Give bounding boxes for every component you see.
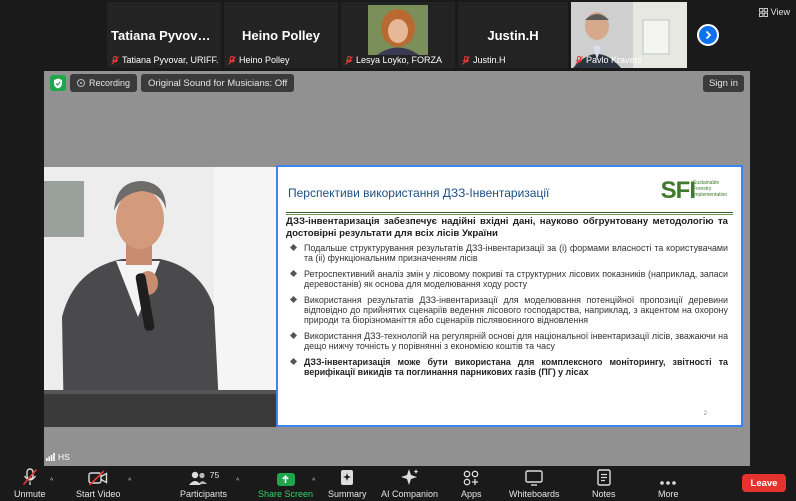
- meeting-toolbar: Unmute ^ Start Video ^ 75 Participants ^…: [0, 466, 796, 501]
- speaker-video-frame: [44, 167, 276, 427]
- participant-name: Justin.H: [487, 28, 539, 43]
- security-shield-icon[interactable]: [50, 75, 66, 91]
- share-options-chevron-icon[interactable]: ^: [312, 478, 315, 485]
- participant-tile-justin[interactable]: Justin.H Justin.H: [458, 2, 568, 68]
- grid-view-icon: [758, 7, 768, 17]
- participant-tile-tatiana[interactable]: Tatiana Pyvovar,... Tatiana Pyvovar, URI…: [107, 2, 221, 68]
- mic-muted-icon: [111, 55, 119, 65]
- apps-button[interactable]: Apps: [461, 468, 482, 499]
- chevron-right-icon: [705, 30, 712, 40]
- signal-strength-icon: [46, 453, 55, 461]
- mic-muted-icon: [345, 55, 353, 65]
- participant-label: Pavlo Kravets: [575, 55, 642, 65]
- participant-name: Tatiana Pyvovar,...: [111, 28, 221, 43]
- slide-divider: [286, 212, 733, 215]
- share-screen-icon: [276, 473, 295, 486]
- slide-bullet: Ретроспективний аналіз змін у лісовому п…: [288, 269, 728, 290]
- diamond-bullet-icon: [289, 269, 298, 277]
- slide-bullet-list: Подальше структурування результатів ДЗЗ-…: [288, 243, 728, 382]
- sparkle-icon: [400, 469, 419, 485]
- gallery-next-page-button[interactable]: [697, 24, 719, 46]
- participant-tile-pavlo[interactable]: Pavlo Kravets: [571, 2, 687, 68]
- mic-muted-icon: [575, 55, 583, 65]
- diamond-bullet-icon: [289, 295, 298, 303]
- meeting-status-bar: Recording Original Sound for Musicians: …: [50, 74, 295, 92]
- mic-muted-icon: [22, 468, 37, 486]
- ai-companion-button[interactable]: AI Companion: [381, 468, 438, 499]
- whiteboards-button[interactable]: Whiteboards: [509, 468, 560, 499]
- whiteboard-icon: [525, 470, 543, 486]
- speaker-name-label: HS: [46, 452, 70, 462]
- sign-in-button[interactable]: Sign in: [702, 75, 744, 92]
- unmute-button[interactable]: Unmute: [14, 468, 46, 499]
- participant-label: Justin.H: [462, 55, 506, 65]
- recording-icon: [77, 79, 85, 87]
- audio-options-chevron-icon[interactable]: ^: [50, 478, 53, 485]
- participants-icon: [188, 471, 207, 485]
- diamond-bullet-icon: [289, 331, 298, 339]
- sfi-logo: SFI: [660, 177, 696, 204]
- leave-button[interactable]: Leave: [742, 474, 786, 492]
- apps-icon: [463, 470, 479, 486]
- share-screen-button[interactable]: Share Screen: [258, 468, 313, 499]
- more-dots-icon: [660, 481, 677, 485]
- participant-name: Heino Polley: [241, 28, 321, 43]
- zoom-meeting-window: Tatiana Pyvovar,... Tatiana Pyvovar, URI…: [0, 0, 796, 501]
- mic-muted-icon: [462, 55, 470, 65]
- slide-page-number: 2: [703, 411, 707, 417]
- slide-lead-text: ДЗЗ-інвентаризація забезпечує надійні вх…: [286, 216, 728, 239]
- participant-label: Lesya Loyko, FORZA: [345, 55, 442, 65]
- video-off-icon: [88, 470, 108, 486]
- participant-gallery: Tatiana Pyvovar,... Tatiana Pyvovar, URI…: [0, 0, 796, 70]
- participants-options-chevron-icon[interactable]: ^: [236, 478, 239, 485]
- summary-icon: [341, 470, 354, 485]
- notes-button[interactable]: Notes: [592, 468, 616, 499]
- diamond-bullet-icon: [289, 243, 298, 252]
- participant-tile-heino[interactable]: Heino Polley Heino Polley: [224, 2, 338, 68]
- mic-muted-icon: [228, 55, 236, 65]
- start-video-button[interactable]: Start Video: [76, 468, 120, 499]
- notes-icon: [597, 469, 611, 486]
- slide-bullet: Подальше структурування результатів ДЗЗ-…: [288, 243, 728, 264]
- participants-count: 75: [209, 470, 220, 480]
- view-button[interactable]: View: [758, 7, 790, 17]
- participant-label: Heino Polley: [228, 55, 290, 65]
- recording-indicator[interactable]: Recording: [70, 74, 138, 92]
- slide-bullet: Використання результатів ДЗЗ-інвентариза…: [288, 295, 728, 326]
- sfi-logo-subtitle: Sustainable Forestry Implementation: [693, 180, 728, 198]
- participant-tile-lesya[interactable]: Lesya Loyko, FORZA: [341, 2, 455, 68]
- video-options-chevron-icon[interactable]: ^: [128, 478, 131, 485]
- slide-bullet: Використання ДЗЗ-технологій на регулярні…: [288, 331, 728, 352]
- participants-button[interactable]: 75 Participants: [180, 468, 227, 499]
- slide-bullet: ДЗЗ-інвентаризація може бути використана…: [288, 357, 728, 378]
- summary-button[interactable]: Summary: [328, 468, 367, 499]
- diamond-bullet-icon: [289, 357, 298, 365]
- more-button[interactable]: More: [658, 468, 679, 499]
- participant-label: Tatiana Pyvovar, URIFF...: [111, 55, 219, 65]
- speaker-video: [44, 167, 276, 427]
- original-sound-toggle[interactable]: Original Sound for Musicians: Off: [141, 74, 295, 92]
- shared-slide: Перспективи використання ДЗЗ-Інвентариза…: [276, 165, 743, 427]
- slide-title: Перспективи використання ДЗЗ-Інвентариза…: [288, 186, 550, 200]
